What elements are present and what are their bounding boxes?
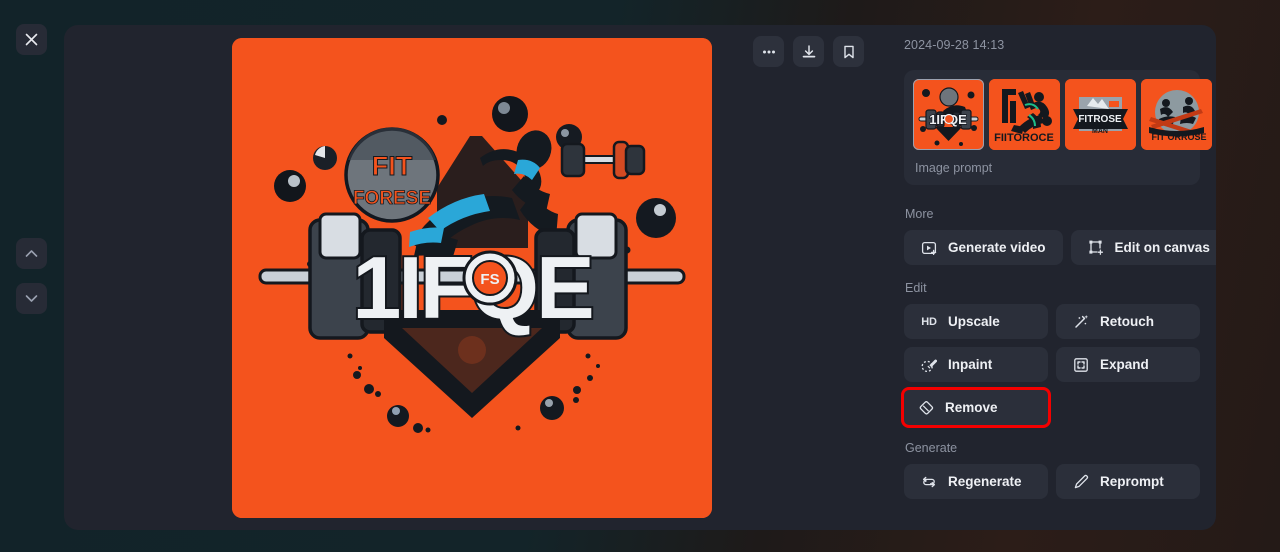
svg-text:FITROSE: FITROSE [1078,114,1122,125]
inpaint-label: Inpaint [948,357,993,372]
retouch-label: Retouch [1100,314,1154,329]
image-toolbar [753,36,864,67]
generation-timestamp: 2024-09-28 14:13 [904,38,1005,52]
eraser-icon [918,400,934,416]
section-title-more: More [905,207,934,221]
edit-on-canvas-label: Edit on canvas [1114,240,1210,255]
remove-label: Remove [945,400,998,415]
svg-text:MAN: MAN [1092,128,1108,135]
image-navigation [16,238,47,314]
svg-text:FIITOROCE: FIITOROCE [994,132,1054,144]
expand-label: Expand [1100,357,1149,372]
expand-icon [1073,357,1089,373]
upscale-label: Upscale [948,314,1000,329]
thumbnail-item[interactable]: 1IFQE [913,79,984,150]
retouch-button[interactable]: Retouch [1056,304,1200,339]
reprompt-button[interactable]: Reprompt [1056,464,1200,499]
more-options-button[interactable] [753,36,784,67]
canvas-transform-icon [1088,240,1104,256]
more-actions-group: Generate video Edit on canvas [904,230,1216,265]
download-icon [802,44,815,57]
remove-button[interactable]: Remove [901,387,1051,428]
chevron-down-icon [25,295,38,302]
thumbnail-item[interactable]: FITROSE MAN [1065,79,1136,150]
svg-text:FS: FS [480,271,499,288]
download-button[interactable] [793,36,824,67]
regenerate-label: Regenerate [948,474,1022,489]
generate-video-button[interactable]: Generate video [904,230,1063,265]
main-image[interactable]: FIT FORESE FS [232,38,712,518]
image-prompt-label: Image prompt [915,161,993,175]
section-title-generate: Generate [905,441,958,455]
previous-image-button[interactable] [16,238,47,269]
generate-video-label: Generate video [948,240,1046,255]
generate-actions-group: Regenerate Reprompt [904,464,1200,499]
svg-text:FIT: FIT [372,151,413,181]
bookmark-icon [843,45,854,58]
image-prompt-card: 1IFQE [904,70,1212,185]
edit-actions-group: HD Upscale Retouch Inpaint Expand Remove [901,304,1200,428]
close-button[interactable] [16,24,47,55]
magic-wand-icon [1073,314,1089,330]
expand-button[interactable]: Expand [1056,347,1200,382]
bookmark-button[interactable] [833,36,864,67]
prompt-thumbnail-row: 1IFQE [913,79,1212,150]
svg-text:FIT ORROSE: FIT ORROSE [1151,132,1206,142]
inpaint-button[interactable]: Inpaint [904,347,1048,382]
image-detail-modal: FIT FORESE FS 2024-09-28 14:13 FIITOROCE… [64,25,1216,530]
video-plus-icon [921,240,937,256]
upscale-button[interactable]: HD Upscale [904,304,1048,339]
pencil-icon [1073,474,1089,490]
refresh-loop-icon [921,474,937,490]
close-icon [25,33,38,46]
svg-text:FORESE: FORESE [353,188,431,209]
thumbnail-item[interactable]: FIT ORROSE [1141,79,1212,150]
regenerate-button[interactable]: Regenerate [904,464,1048,499]
ellipsis-icon [762,50,775,53]
edit-on-canvas-button[interactable]: Edit on canvas [1070,230,1216,265]
reprompt-label: Reprompt [1100,474,1164,489]
next-image-button[interactable] [16,283,47,314]
image-viewer: FIT FORESE FS [64,25,876,530]
hd-icon: HD [921,315,937,328]
inpaint-brush-icon [921,357,937,373]
section-title-edit: Edit [905,281,927,295]
chevron-up-icon [25,250,38,257]
details-panel: 2024-09-28 14:13 1IFQE [876,25,1216,530]
thumbnail-item[interactable]: FIITOROCE [989,79,1060,150]
